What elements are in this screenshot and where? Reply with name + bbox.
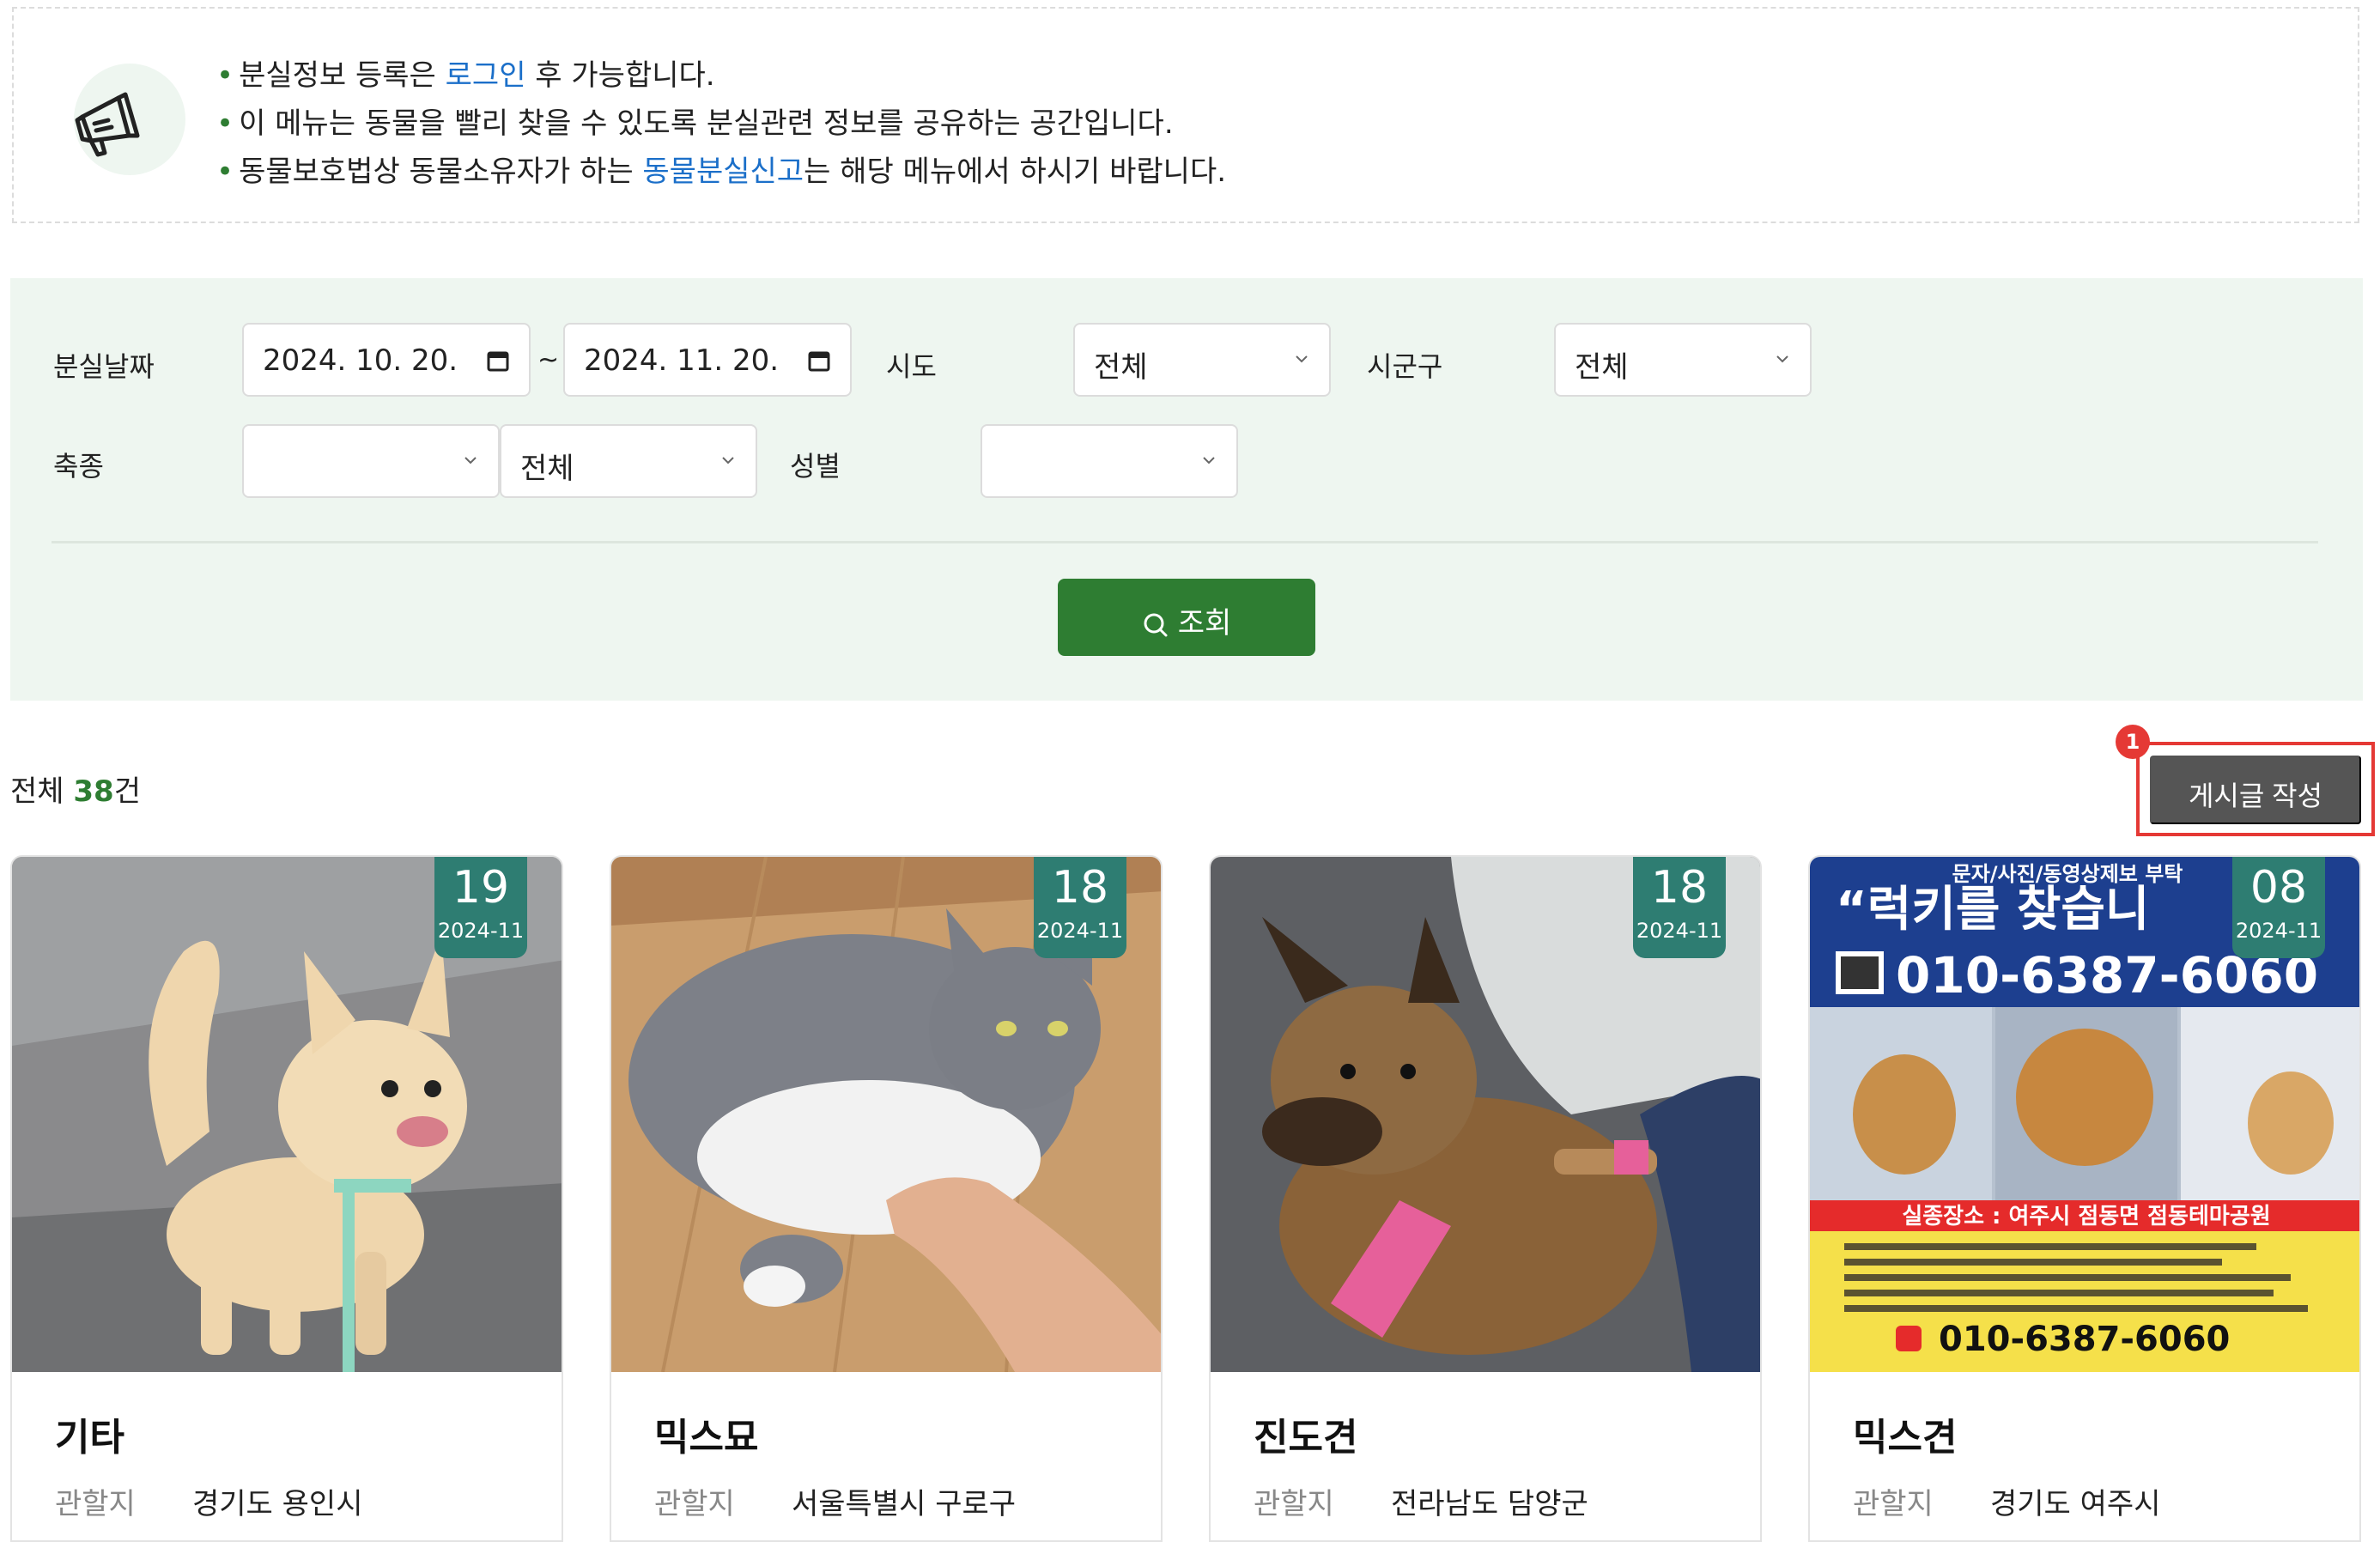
jurisdiction-value: 전라남도 담양군 [1391,1487,1588,1521]
notice-text: 분실정보 등록은 [239,58,446,93]
date-from-value: 2024. 10. 20. [263,343,458,378]
notice-line-purpose: • 이 메뉴는 동물을 빨리 찾을 수 있도록 분실관련 정보를 공유하는 공간입… [216,106,1174,141]
card-breed: 믹스견 [1853,1416,1958,1460]
calendar-icon[interactable] [807,349,831,373]
lost-animal-card[interactable]: 18 2024-11 진도견 관할지 전라남도 담양군 [1209,855,1762,1542]
search-icon [1144,613,1168,637]
jurisdiction-label: 관할지 [55,1487,136,1521]
poster-phone-bottom: 010-6387-6060 [1939,1320,2230,1359]
chevron-down-icon [464,457,477,464]
sex-select[interactable] [981,424,1238,498]
lost-animal-card[interactable]: 문자/사진/동영상제보 부탁 “럭키를 찾습니 010-6387-6060 실종… [1808,855,2361,1542]
notice-line-login: • 분실정보 등록은 로그인 후 가능합니다. [216,58,715,93]
write-button-highlight: 게시글 작성 [2136,742,2375,836]
breed-value: 전체 [520,452,574,486]
sigungu-value: 전체 [1575,350,1629,385]
total-count: 전체 38건 [10,768,141,810]
species-label: 축종 [53,450,104,483]
poster-place-text: 실종장소 : 여주시 점동면 점동테마공원 [1902,1204,2270,1229]
date-badge: 19 2024-11 [434,857,527,958]
date-year-month: 2024-11 [2235,919,2322,943]
sigungu-select[interactable]: 전체 [1554,323,1812,397]
date-day: 18 [1051,862,1109,914]
date-year-month: 2024-11 [1636,919,1723,943]
lost-report-link[interactable]: 동물분실신고 [642,155,804,189]
total-prefix: 전체 [10,774,74,809]
notice-text: 후 가능합니다. [525,58,715,93]
write-post-label: 게시글 작성 [2188,780,2323,811]
sido-select[interactable]: 전체 [1073,323,1331,397]
date-day: 08 [2249,862,2308,914]
date-day: 18 [1650,862,1709,914]
poster-headline: “럭키를 찾습니 [1836,882,2149,938]
date-badge: 18 2024-11 [1034,857,1126,958]
chevron-down-icon [722,457,734,464]
sido-value: 전체 [1094,350,1148,385]
search-button-label: 조회 [1177,607,1232,640]
lost-date-label: 분실날짜 [53,350,155,383]
notice-line-report: • 동물보호법상 동물소유자가 하는 동물분실신고는 해당 메뉴에서 하시기 바랍… [216,155,1227,189]
notice-text: 이 메뉴는 동물을 빨리 찾을 수 있도록 분실관련 정보를 공유하는 공간입니… [239,106,1174,141]
card-breed: 기타 [55,1416,124,1460]
jurisdiction-value: 경기도 용인시 [192,1487,363,1521]
notice-box: • 분실정보 등록은 로그인 후 가능합니다. • 이 메뉴는 동물을 빨리 찾을 … [12,7,2359,223]
date-range-separator: ~ [537,345,560,375]
date-from-input[interactable]: 2024. 10. 20. [242,323,531,397]
date-badge: 18 2024-11 [1633,857,1726,958]
filter-divider [52,541,2318,543]
date-to-input[interactable]: 2024. 11. 20. [563,323,852,397]
date-to-value: 2024. 11. 20. [584,343,780,378]
megaphone-icon [74,64,185,175]
chevron-down-icon [1776,355,1788,363]
date-day: 19 [452,862,510,914]
calendar-icon[interactable] [486,349,510,373]
search-button[interactable]: 조회 [1058,579,1315,656]
jurisdiction-label: 관할지 [1254,1487,1334,1521]
notice-text: 는 해당 메뉴에서 하시기 바랍니다. [804,155,1227,189]
annotation-badge: 1 [2116,725,2150,759]
sido-label: 시도 [886,350,937,383]
jurisdiction-value: 서울특별시 구로구 [792,1487,1017,1521]
jurisdiction-value: 경기도 여주시 [1990,1487,2161,1521]
chevron-down-icon [1296,355,1308,363]
jurisdiction-label: 관할지 [654,1487,735,1521]
card-breed: 진도견 [1254,1416,1358,1460]
card-breed: 믹스묘 [654,1416,759,1460]
sex-label: 성별 [790,450,841,483]
lost-animal-card[interactable]: 19 2024-11 기타 관할지 경기도 용인시 [10,855,563,1542]
date-year-month: 2024-11 [437,919,525,943]
date-year-month: 2024-11 [1036,919,1124,943]
total-suffix: 건 [113,774,141,809]
species-select[interactable] [242,424,500,498]
breed-select[interactable]: 전체 [500,424,757,498]
search-filter-panel: 분실날짜 2024. 10. 20. ~ 2024. 11. 20. 시도 전체… [10,278,2363,701]
chevron-down-icon [1203,457,1215,464]
jurisdiction-label: 관할지 [1853,1487,1934,1521]
notice-text: 동물보호법상 동물소유자가 하는 [239,155,643,189]
write-post-button[interactable]: 게시글 작성 [2150,756,2361,824]
lost-animal-card[interactable]: 18 2024-11 믹스묘 관할지 서울특별시 구로구 [610,855,1163,1542]
sigungu-label: 시군구 [1367,350,1443,383]
date-badge: 08 2024-11 [2232,857,2325,958]
total-count-number: 38 [73,774,114,809]
login-link[interactable]: 로그인 [446,58,526,93]
